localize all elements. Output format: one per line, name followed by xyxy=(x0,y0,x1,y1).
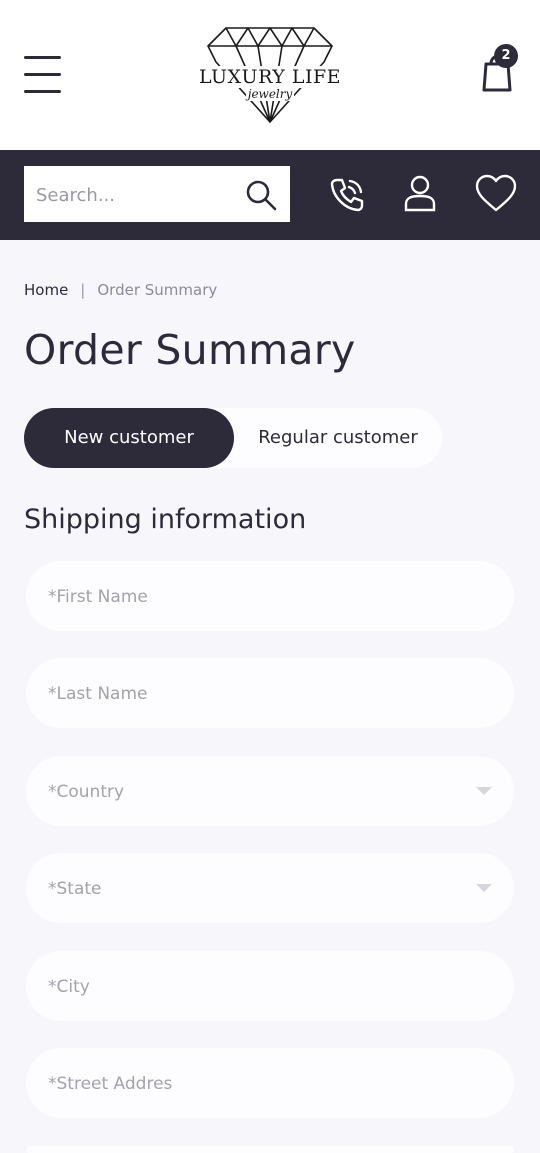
state-input[interactable] xyxy=(46,870,480,908)
search-box xyxy=(24,166,290,222)
city-input[interactable] xyxy=(46,968,480,1006)
breadcrumb: Home | Order Summary xyxy=(24,281,217,299)
last-name-input[interactable] xyxy=(46,675,480,713)
search-icon[interactable] xyxy=(244,178,278,212)
country-input[interactable] xyxy=(46,773,480,811)
logo-text: LUXURY LIFE xyxy=(196,66,344,88)
first-name-input[interactable] xyxy=(46,578,480,616)
breadcrumb-home-link[interactable]: Home xyxy=(24,281,68,299)
breadcrumb-current: Order Summary xyxy=(97,281,218,299)
phone-icon[interactable] xyxy=(325,172,369,216)
logo-subtext: jewelry xyxy=(245,87,295,101)
next-field-partial xyxy=(26,1146,514,1153)
last-name-field[interactable] xyxy=(26,658,514,728)
search-input[interactable] xyxy=(34,176,238,214)
city-field[interactable] xyxy=(26,951,514,1021)
street-address-input[interactable] xyxy=(46,1065,480,1103)
cart-count-badge: 2 xyxy=(494,44,518,68)
heart-icon[interactable] xyxy=(474,172,518,216)
brand-logo[interactable]: LUXURY LIFE jewelry xyxy=(196,22,344,126)
breadcrumb-separator: | xyxy=(80,281,86,299)
top-bar: LUXURY LIFE jewelry 2 xyxy=(0,0,540,150)
first-name-field[interactable] xyxy=(26,561,514,631)
street-address-field[interactable] xyxy=(26,1048,514,1118)
state-select[interactable] xyxy=(26,853,514,923)
user-icon[interactable] xyxy=(398,172,442,216)
country-select[interactable] xyxy=(26,756,514,826)
shipping-section-title: Shipping information xyxy=(24,504,307,535)
search-bar xyxy=(0,150,540,240)
new-customer-tab[interactable]: New customer xyxy=(24,408,234,468)
page-title: Order Summary xyxy=(24,326,356,374)
regular-customer-tab[interactable]: Regular customer xyxy=(234,408,442,468)
chevron-down-icon xyxy=(476,787,492,795)
menu-icon[interactable] xyxy=(24,56,61,94)
chevron-down-icon xyxy=(476,884,492,892)
customer-type-toggle: New customer Regular customer xyxy=(24,408,442,468)
